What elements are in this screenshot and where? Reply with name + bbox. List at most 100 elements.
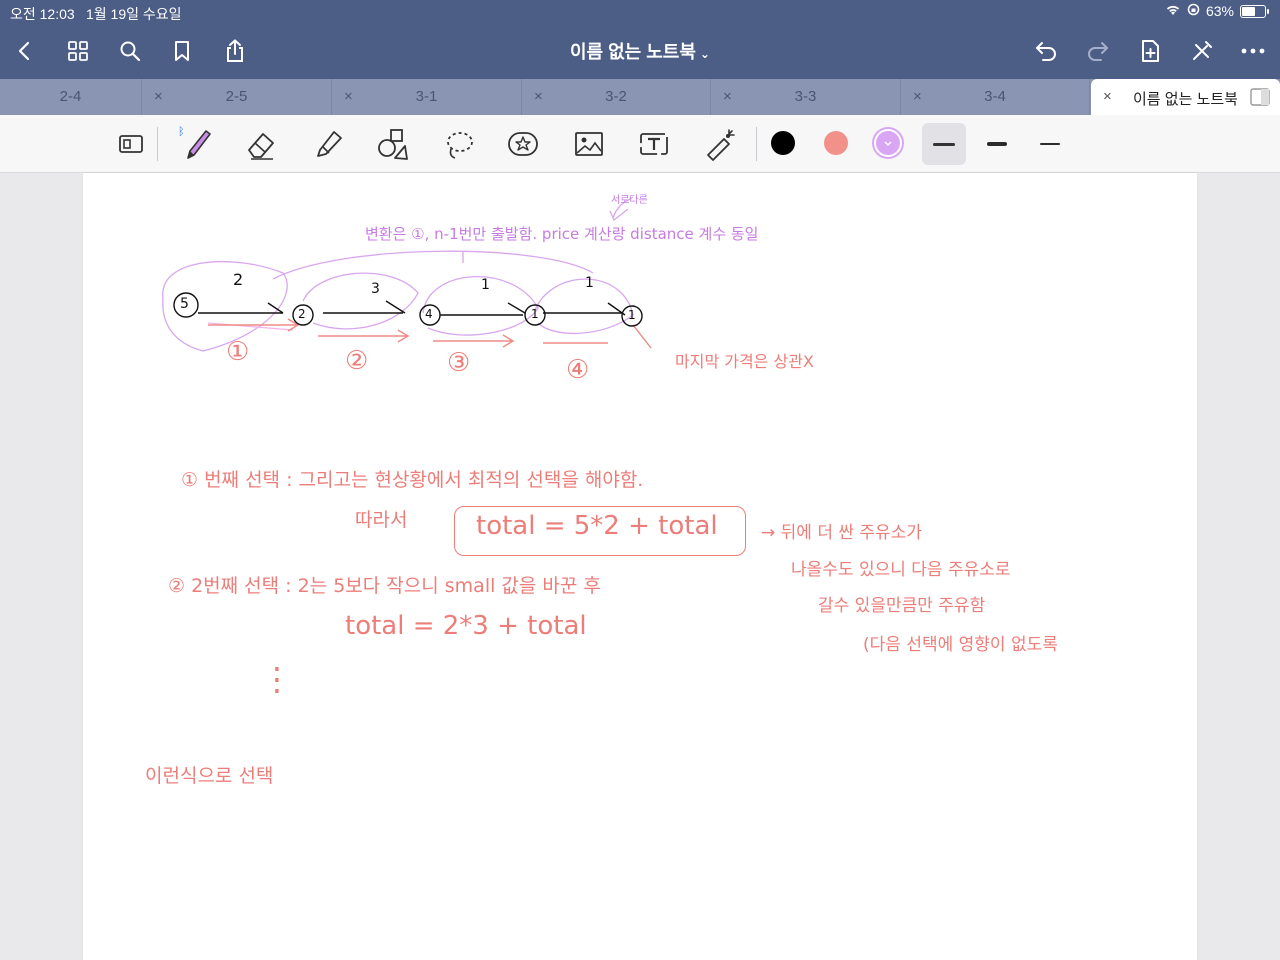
image-icon — [575, 132, 603, 156]
image-tool[interactable] — [568, 123, 610, 165]
tab-label: 3-2 — [605, 88, 627, 105]
color-lavender-selected[interactable] — [876, 131, 900, 155]
node-value: 2 — [298, 307, 306, 321]
stroke-thick[interactable] — [922, 123, 966, 165]
back-button[interactable] — [10, 36, 40, 66]
more-button[interactable] — [1238, 36, 1268, 66]
last-node-note: 마지막 가격은 상관X — [675, 352, 814, 371]
status-right-group: 63% — [1165, 3, 1269, 19]
annotation-top: 변환은 ①, n-1번만 출발함. price 계산랑 distance 계수 … — [365, 225, 759, 243]
node-value: 5 — [180, 296, 189, 312]
close-icon[interactable]: × — [1103, 88, 1112, 105]
wifi-icon — [1165, 3, 1181, 19]
segment-label: ① — [226, 337, 250, 367]
tab-label: 2-4 — [59, 88, 82, 105]
tab-3-4[interactable]: × 3-4 — [901, 79, 1090, 115]
grid-button[interactable] — [63, 36, 93, 66]
battery-icon — [1240, 4, 1269, 18]
stroke-preview — [933, 142, 955, 146]
redo-button[interactable] — [1083, 36, 1113, 66]
note-line-1a: ① 번째 선택 : 그리고는 현상황에서 최적의 선택을 해야함. — [181, 469, 644, 491]
color-black[interactable] — [771, 131, 795, 155]
side-note-2: 나올수도 있으니 다음 주유소로 — [791, 560, 1011, 580]
shapes-icon — [378, 129, 408, 160]
tab-current-notebook[interactable]: × 이름 없는 노트북 — [1091, 79, 1280, 115]
tab-3-3[interactable]: × 3-3 — [711, 79, 901, 115]
node-value: 4 — [425, 307, 433, 321]
text-icon — [640, 133, 668, 155]
edge-weight: 1 — [585, 275, 594, 291]
lasso-icon — [447, 132, 473, 159]
side-note-1: → 뒤에 더 싼 주유소가 — [761, 523, 922, 543]
color-salmon[interactable] — [824, 131, 848, 155]
page-layout-icon — [119, 135, 143, 153]
tab-bar: 2-4 × 2-5 × 3-1 × 3-2 × 3-3 × 3-4 × 이름 없… — [0, 79, 1280, 115]
stroke-thin[interactable] — [1028, 123, 1072, 165]
undo-button[interactable] — [1031, 36, 1061, 66]
closing-line: 이런식으로 선택 — [145, 765, 274, 787]
svg-text:ᛒ: ᛒ — [178, 125, 185, 138]
continuation-dots: ⋮ — [261, 660, 293, 698]
pen-tool[interactable]: ᛒ — [175, 123, 217, 165]
canvas-area[interactable]: 서로다른 변환은 ①, n-1번만 출발함. price 계산랑 distanc… — [0, 173, 1280, 960]
add-page-button[interactable] — [1135, 36, 1165, 66]
segment-label: ④ — [566, 355, 590, 385]
laser-pointer-icon — [707, 129, 735, 161]
split-view-icon[interactable] — [1250, 88, 1270, 110]
pen-icon: ᛒ — [178, 125, 211, 159]
tab-3-2[interactable]: × 3-2 — [522, 79, 711, 115]
edge-weight: 1 — [481, 277, 490, 293]
handwritten-graph-drawing — [162, 196, 652, 352]
text-tool[interactable] — [633, 123, 675, 165]
side-note-3: 갈수 있을만큼만 주유함 — [818, 596, 986, 616]
stroke-preview — [1040, 143, 1060, 145]
pen-off-icon — [1193, 41, 1212, 60]
segment-label: ③ — [447, 348, 471, 378]
sticker-icon — [508, 132, 538, 156]
eraser-tool[interactable] — [240, 123, 282, 165]
edge-weight: 2 — [233, 270, 244, 289]
notebook-title: 이름 없는 노트북 — [570, 42, 696, 62]
shapes-tool[interactable] — [372, 123, 414, 165]
edge-weight: 3 — [371, 281, 380, 297]
eraser-icon — [248, 133, 274, 160]
note-page[interactable]: 서로다른 변환은 ①, n-1번만 출발함. price 계산랑 distanc… — [83, 173, 1197, 960]
highlighter-tool[interactable] — [307, 123, 349, 165]
nav-bar: 이름 없는 노트북 ⌄ — [0, 24, 1280, 79]
chevron-down-icon — [884, 141, 892, 147]
stroke-preview — [987, 142, 1007, 146]
page-layout-tool[interactable] — [110, 123, 152, 165]
lasso-tool[interactable] — [438, 123, 480, 165]
bookmark-icon — [175, 41, 189, 61]
tab-label: 3-3 — [794, 88, 817, 105]
chevron-down-icon: ⌄ — [699, 47, 710, 61]
note-line-1b: 따라서 — [355, 509, 408, 531]
tab-label: 3-1 — [415, 88, 438, 105]
bookmark-button[interactable] — [167, 36, 197, 66]
tab-3-1[interactable]: × 3-1 — [332, 79, 522, 115]
toolbar-separator — [157, 127, 158, 161]
note-line-2b: total = 2*3 + total — [345, 611, 587, 641]
toolbar-separator — [756, 127, 757, 161]
tab-2-5[interactable]: × 2-5 — [142, 79, 332, 115]
add-page-icon — [1142, 40, 1159, 62]
tab-2-4[interactable]: 2-4 — [0, 79, 142, 115]
share-button[interactable] — [220, 36, 250, 66]
annotation-small: 서로다른 — [611, 195, 648, 206]
side-note-4: (다음 선택에 영향이 없도록 — [863, 635, 1058, 655]
status-time: 오전 12:03 — [10, 6, 75, 22]
sticker-tool[interactable] — [502, 123, 544, 165]
search-button[interactable] — [115, 36, 145, 66]
drawing-toolbar: ᛒ — [0, 115, 1280, 173]
share-icon — [227, 39, 243, 62]
node-value: 1 — [628, 308, 636, 322]
notebook-title-button[interactable]: 이름 없는 노트북 ⌄ — [570, 42, 710, 62]
battery-percent: 63% — [1205, 3, 1234, 19]
boxed-formula: total = 5*2 + total — [476, 511, 718, 541]
grid-icon — [68, 41, 88, 61]
battery-fill — [1242, 6, 1255, 16]
stroke-medium[interactable] — [975, 123, 1019, 165]
pen-off-button[interactable] — [1187, 36, 1217, 66]
laser-pointer-tool[interactable] — [699, 123, 741, 165]
tab-label: 2-5 — [225, 88, 248, 105]
